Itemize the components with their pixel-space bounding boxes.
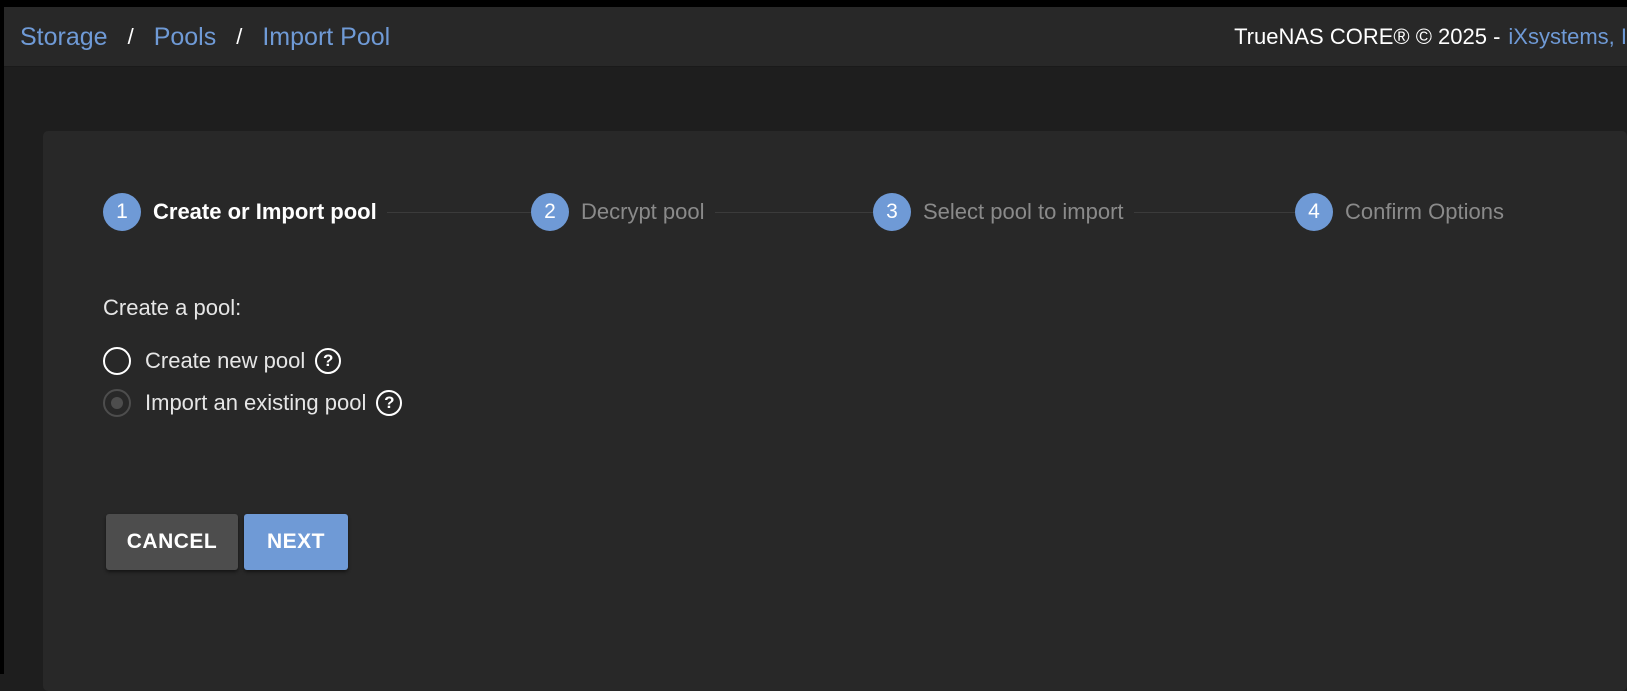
step-number: 1	[103, 193, 141, 231]
breadcrumb-separator: /	[127, 24, 134, 49]
main-content: Storage / Pools / Import Pool TrueNAS CO…	[4, 7, 1627, 691]
copyright-notice: TrueNAS CORE® © 2025 - iXsystems, I	[1234, 7, 1627, 67]
step-decrypt-pool[interactable]: 2 Decrypt pool	[531, 191, 715, 233]
step-select-pool[interactable]: 3 Select pool to import	[873, 191, 1134, 233]
breadcrumb: Storage / Pools / Import Pool	[20, 7, 390, 67]
radio-button-icon[interactable]	[103, 347, 131, 375]
vendor-link[interactable]: iXsystems, I	[1508, 24, 1627, 50]
stepper: 1 Create or Import pool 2 Decrypt pool 3…	[103, 191, 1514, 233]
breadcrumb-separator: /	[236, 24, 243, 49]
breadcrumb-storage[interactable]: Storage	[20, 23, 108, 52]
step-label: Decrypt pool	[581, 199, 705, 224]
step-label: Create or Import pool	[153, 199, 377, 224]
step-label: Confirm Options	[1345, 199, 1504, 224]
breadcrumb-pools[interactable]: Pools	[154, 23, 217, 52]
step-confirm-options[interactable]: 4 Confirm Options	[1295, 191, 1514, 233]
next-button[interactable]: NEXT	[244, 514, 348, 570]
create-pool-label: Create a pool:	[103, 295, 242, 320]
breadcrumb-import-pool[interactable]: Import Pool	[262, 23, 390, 52]
step-number: 3	[873, 193, 911, 231]
help-circle-icon[interactable]: ?	[376, 390, 403, 416]
cancel-button[interactable]: CANCEL	[106, 514, 238, 570]
window-frame: Storage / Pools / Import Pool TrueNAS CO…	[0, 0, 1627, 691]
import-pool-card: 1 Create or Import pool 2 Decrypt pool 3…	[43, 131, 1627, 691]
radio-button-icon[interactable]	[103, 389, 131, 417]
step-label: Select pool to import	[923, 199, 1124, 224]
option-label: Create new pool	[145, 348, 306, 373]
option-import-existing-pool[interactable]: Import an existing pool ?	[103, 386, 403, 420]
step-create-or-import[interactable]: 1 Create or Import pool	[103, 191, 387, 233]
option-label: Import an existing pool	[145, 390, 367, 415]
step-number: 2	[531, 193, 569, 231]
option-create-new-pool[interactable]: Create new pool ?	[103, 344, 342, 378]
top-bar: Storage / Pools / Import Pool TrueNAS CO…	[4, 7, 1627, 67]
copyright-text: TrueNAS CORE® © 2025 -	[1234, 24, 1501, 49]
step-number: 4	[1295, 193, 1333, 231]
help-circle-icon[interactable]: ?	[315, 348, 342, 374]
